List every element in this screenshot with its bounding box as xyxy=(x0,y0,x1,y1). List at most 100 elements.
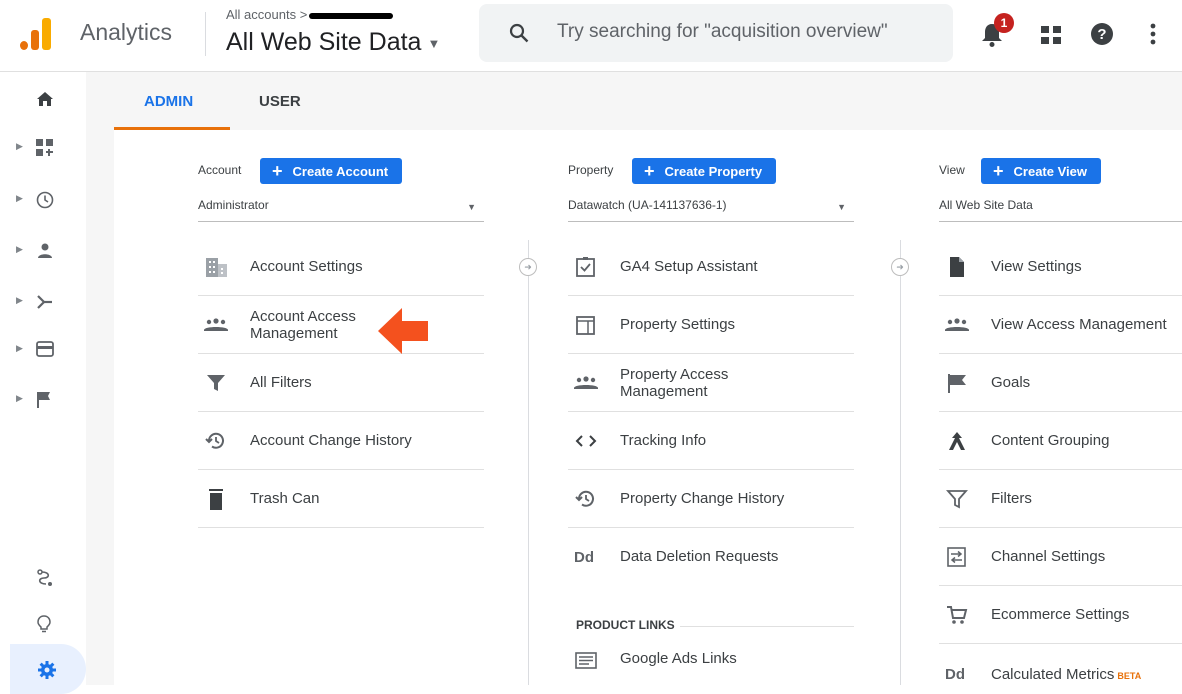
content-grouping-label: Content Grouping xyxy=(991,432,1110,449)
rail-realtime[interactable]: ▶ xyxy=(0,178,86,222)
all-filters-label: All Filters xyxy=(250,374,312,391)
apps-grid-icon[interactable] xyxy=(1041,26,1063,46)
account-selector[interactable]: Administrator ▼ xyxy=(198,198,484,222)
property-settings-item[interactable]: Property Settings xyxy=(568,296,854,354)
tracking-info-item[interactable]: Tracking Info xyxy=(568,412,854,470)
rail-admin-active[interactable] xyxy=(10,644,86,694)
plus-icon: + xyxy=(993,161,1004,181)
rail-conversions[interactable]: ▶ xyxy=(0,378,86,422)
calculated-metrics-text: Calculated Metrics BETA xyxy=(991,666,1141,685)
caret-down-icon: ▼ xyxy=(467,202,476,212)
create-account-button[interactable]: + Create Account xyxy=(260,158,403,184)
account-access-management-item[interactable]: Account Access Management xyxy=(198,296,484,354)
expand-arrow-icon: ▶ xyxy=(16,193,23,203)
caret-down-icon: ▼ xyxy=(427,35,441,51)
account-column: Account + Create Account Administrator ▼ A… xyxy=(198,130,498,685)
filters-label: Filters xyxy=(991,490,1032,507)
data-deletion-requests-label: Data Deletion Requests xyxy=(620,548,779,565)
code-icon xyxy=(575,435,597,447)
tab-user[interactable]: USER xyxy=(259,93,301,110)
calculated-metrics-label: Calculated Metrics xyxy=(991,666,1115,683)
help-icon[interactable]: ? xyxy=(1090,22,1114,46)
ecommerce-settings-item[interactable]: Ecommerce Settings xyxy=(939,586,1182,644)
property-selector[interactable]: Datawatch (UA-141137636-1) ▼ xyxy=(568,198,854,222)
svg-text:?: ? xyxy=(1097,26,1106,43)
rail-behavior[interactable]: ▶ xyxy=(0,328,86,372)
cart-icon xyxy=(947,606,968,624)
notification-badge: 1 xyxy=(994,13,1014,33)
expand-arrow-icon: ▶ xyxy=(16,343,23,353)
column-divider xyxy=(900,240,901,685)
account-change-history-item[interactable]: Account Change History xyxy=(198,412,484,470)
expand-arrow-icon: ▶ xyxy=(16,141,23,151)
search-icon xyxy=(509,23,529,43)
home-icon xyxy=(37,92,53,106)
data-deletion-requests-item[interactable]: Dd Data Deletion Requests xyxy=(568,528,854,586)
trash-icon xyxy=(209,489,223,510)
breadcrumb[interactable]: All accounts > xyxy=(226,7,394,22)
rail-discover[interactable] xyxy=(0,602,86,646)
beta-badge: BETA xyxy=(1117,671,1142,681)
top-bar: Analytics All accounts > All Web Site Da… xyxy=(0,0,1182,72)
view-selected: All Web Site Data xyxy=(939,198,1033,212)
ads-icon xyxy=(575,652,597,669)
filters-item[interactable]: Filters xyxy=(939,470,1182,528)
plus-icon: + xyxy=(644,161,655,181)
people-icon xyxy=(204,318,228,331)
calculated-metrics-item[interactable]: Dd Calculated Metrics BETA xyxy=(939,644,1182,685)
view-settings-item[interactable]: View Settings xyxy=(939,238,1182,296)
rail-audience[interactable]: ▶ xyxy=(0,229,86,273)
ga4-setup-assistant-label: GA4 Setup Assistant xyxy=(620,258,758,275)
view-column: View + Create View All Web Site Data View… xyxy=(939,130,1182,685)
expand-arrow-icon: ▶ xyxy=(16,393,23,403)
search-bar[interactable] xyxy=(479,4,953,62)
grouping-icon xyxy=(949,432,965,450)
account-change-history-label: Account Change History xyxy=(250,432,412,449)
account-selected: Administrator xyxy=(198,198,269,212)
account-settings-item[interactable]: Account Settings xyxy=(198,238,484,296)
more-vert-icon[interactable] xyxy=(1149,22,1157,46)
channel-settings-label: Channel Settings xyxy=(991,548,1106,565)
flag-icon xyxy=(948,374,966,393)
analytics-logo-icon[interactable] xyxy=(20,18,54,50)
all-filters-item[interactable]: All Filters xyxy=(198,354,484,412)
ga4-setup-assistant-item[interactable]: GA4 Setup Assistant xyxy=(568,238,854,296)
search-input[interactable] xyxy=(557,21,937,43)
filter-icon xyxy=(946,490,968,509)
property-access-management-label: Property Access Management xyxy=(620,366,729,400)
person-icon xyxy=(38,243,52,258)
create-property-button[interactable]: + Create Property xyxy=(632,158,777,184)
view-access-management-item[interactable]: View Access Management xyxy=(939,296,1182,354)
view-settings-label: View Settings xyxy=(991,258,1082,275)
behavior-icon xyxy=(36,341,54,357)
tab-admin[interactable]: ADMIN xyxy=(144,93,193,110)
create-view-label: Create View xyxy=(1013,164,1087,179)
ecommerce-settings-label: Ecommerce Settings xyxy=(991,606,1130,623)
flag-icon xyxy=(37,392,50,408)
rail-attribution[interactable] xyxy=(0,556,86,600)
trash-can-item[interactable]: Trash Can xyxy=(198,470,484,528)
expand-arrow-icon: ▶ xyxy=(16,244,23,254)
building-icon xyxy=(206,258,227,277)
goals-item[interactable]: Goals xyxy=(939,354,1182,412)
channel-settings-item[interactable]: Channel Settings xyxy=(939,528,1182,586)
dd-icon: Dd xyxy=(574,549,594,566)
rail-acquisition[interactable]: ▶ xyxy=(0,280,86,324)
view-selector-dropdown[interactable]: All Web Site Data xyxy=(939,198,1182,222)
main-content: ADMIN USER Account + Create Account Admin… xyxy=(86,72,1182,685)
google-ads-links-item[interactable]: Google Ads Links xyxy=(568,630,854,688)
lightbulb-icon xyxy=(37,615,51,633)
column-arrow-icon: ➜ xyxy=(891,258,909,276)
rail-home[interactable] xyxy=(0,78,86,122)
rail-customization[interactable]: ▶ xyxy=(0,126,86,170)
content-grouping-item[interactable]: Content Grouping xyxy=(939,412,1182,470)
clock-icon xyxy=(36,191,54,209)
filter-icon xyxy=(207,375,225,391)
property-change-history-item[interactable]: Property Change History xyxy=(568,470,854,528)
account-label: Account xyxy=(198,163,242,177)
create-view-button[interactable]: + Create View xyxy=(981,158,1101,184)
property-label: Property xyxy=(568,163,614,177)
property-access-management-item[interactable]: Property Access Management xyxy=(568,354,854,412)
view-selector[interactable]: All Web Site Data ▼ xyxy=(226,28,440,57)
expand-arrow-icon: ▶ xyxy=(16,295,23,305)
